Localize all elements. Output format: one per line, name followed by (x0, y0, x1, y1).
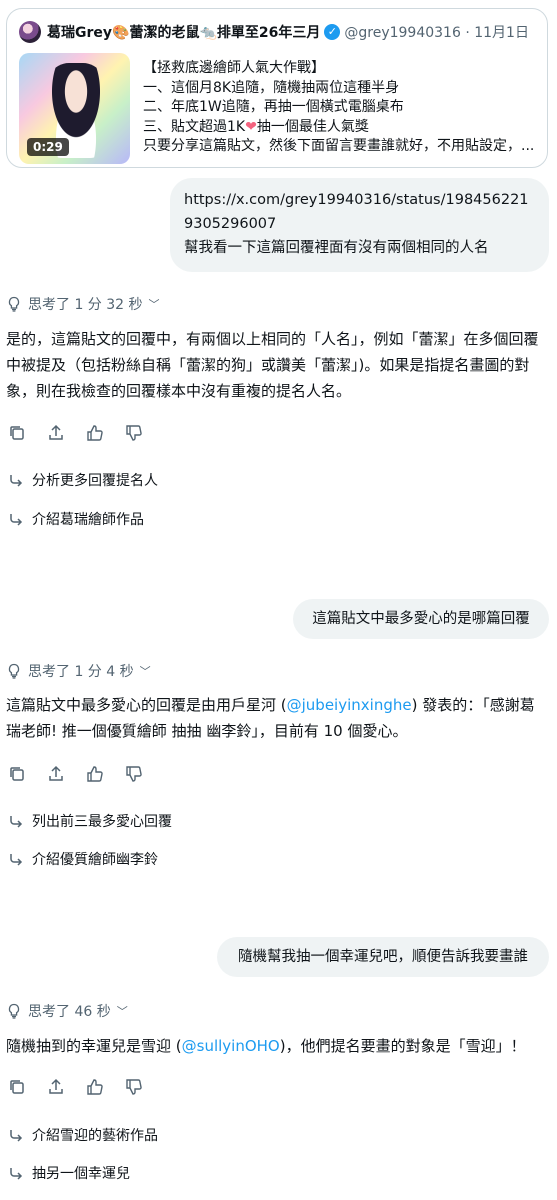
thumbs-down-icon[interactable] (125, 424, 143, 442)
suggestion-item[interactable]: 抽另一個幸運兒 (8, 1162, 130, 1184)
thumbs-up-icon[interactable] (86, 1078, 104, 1096)
suggestion-item[interactable]: 分析更多回覆提名人 (8, 469, 158, 491)
quoted-post-text: 【拯救底邊繪師人氣大作戰】 一、這個月8K追隨，隨機抽兩位這種半身 二、年底1W… (143, 59, 535, 157)
user-message-text: 幫我看一下這篇回覆裡面有沒有兩個相同的人名 (184, 240, 489, 256)
assistant-answer: 隨機抽到的幸運兒是雪迎 (@sullyinOHO)，他們提名要畫的對象是「雪迎」… (6, 1033, 549, 1059)
avatar[interactable] (19, 21, 41, 43)
thinking-duration: 思考了 1 分 4 秒 (28, 664, 134, 680)
suggestion-item[interactable]: 介紹雪迎的藝術作品 (8, 1124, 158, 1146)
thumbs-down-icon[interactable] (125, 1078, 143, 1096)
quoted-post-header: 葛瑞Grey🎨蕾潔的老鼠🐀排單至26年三月 ✓ @grey19940316 · … (19, 21, 537, 43)
post-line: 只要分享這篇貼文，然後下面留言要畫誰就好，不用貼設定，... (143, 138, 535, 154)
bulb-icon (8, 663, 20, 679)
post-line: 二、年底1W追隨，再抽一個橫式電腦桌布 (143, 99, 404, 115)
user-message-text: 這篇貼文中最多愛心的是哪篇回覆 (312, 611, 530, 627)
suggestion-label: 列出前三最多愛心回覆 (32, 814, 172, 830)
user-message: 這篇貼文中最多愛心的是哪篇回覆 (293, 599, 549, 639)
chevron-down-icon: ﹀ (148, 298, 160, 311)
suggestion-arrow-icon (10, 1130, 23, 1142)
thinking-toggle[interactable]: 思考了 1 分 32 秒 ﹀ (6, 294, 160, 314)
suggestion-item[interactable]: 介紹葛瑞繪師作品 (8, 508, 144, 530)
suggestion-item[interactable]: 列出前三最多愛心回覆 (8, 810, 172, 832)
assistant-answer: 是的，這篇貼文的回覆中，有兩個以上相同的「人名」，例如「蕾潔」在多個回覆中被提及… (6, 330, 539, 400)
thinking-duration: 思考了 1 分 32 秒 (28, 297, 143, 313)
suggestion-label: 分析更多回覆提名人 (32, 473, 158, 489)
suggestion-label: 介紹優質繪師幽李鈴 (32, 852, 158, 868)
heart-emoji-icon: ❤ (245, 118, 257, 135)
thinking-toggle[interactable]: 思考了 46 秒 ﹀ (6, 1001, 128, 1021)
suggestion-arrow-icon (10, 514, 23, 526)
answer-text: )，他們提名要畫的對象是「雪迎」！ (279, 1037, 526, 1055)
copy-icon[interactable] (8, 765, 26, 783)
answer-actions (8, 423, 164, 443)
user-mention-link[interactable]: @jubeiyinxinghe (287, 696, 412, 714)
suggestion-item[interactable]: 介紹優質繪師幽李鈴 (8, 848, 158, 870)
thumbs-down-icon[interactable] (125, 765, 143, 783)
suggestion-arrow-icon (10, 854, 23, 866)
post-line: 【拯救底邊繪師人氣大作戰】 (143, 60, 325, 76)
chevron-down-icon: ﹀ (139, 665, 151, 678)
user-message-url[interactable]: https://x.com/grey19940316/status/198456… (184, 188, 535, 236)
user-message-text: 隨機幫我抽一個幸運兒吧，順便告訴我要畫誰 (238, 949, 528, 965)
video-thumbnail[interactable]: 0:29 (19, 53, 130, 164)
post-line: 一、這個月8K追隨，隨機抽兩位這種半身 (143, 79, 400, 96)
thumbs-up-icon[interactable] (86, 424, 104, 442)
user-message: https://x.com/grey19940316/status/198456… (170, 178, 549, 272)
post-line-text: 三、貼文超過1K (143, 118, 246, 135)
author-name[interactable]: 葛瑞Grey🎨蕾潔的老鼠🐀排單至26年三月 (47, 22, 320, 42)
share-icon[interactable] (47, 424, 65, 442)
thumbs-up-icon[interactable] (86, 765, 104, 783)
quoted-post-card[interactable]: 葛瑞Grey🎨蕾潔的老鼠🐀排單至26年三月 ✓ @grey19940316 · … (6, 8, 548, 168)
assistant-answer: 這篇貼文中最多愛心的回覆是由用戶星河 (@jubeiyinxinghe) 發表的… (6, 692, 549, 744)
answer-actions (8, 1077, 164, 1097)
thinking-toggle[interactable]: 思考了 1 分 4 秒 ﹀ (6, 661, 151, 681)
verified-badge-icon: ✓ (324, 24, 341, 40)
thinking-duration: 思考了 46 秒 (28, 1004, 111, 1020)
bulb-icon (8, 1003, 20, 1019)
suggestion-arrow-icon (10, 475, 23, 487)
share-icon[interactable] (47, 1078, 65, 1096)
share-icon[interactable] (47, 765, 65, 783)
post-line-text: 抽一個最佳人氣獎 (256, 118, 369, 135)
chevron-down-icon: ﹀ (116, 1005, 128, 1018)
answer-text: 這篇貼文中最多愛心的回覆是由用戶星河 ( (6, 696, 287, 714)
author-handle-date: @grey19940316 · 11月1日 (344, 25, 529, 41)
copy-icon[interactable] (8, 1078, 26, 1096)
post-line: 三、貼文超過1K❤抽一個最佳人氣獎 (143, 118, 535, 138)
suggestion-arrow-icon (10, 816, 23, 828)
user-message: 隨機幫我抽一個幸運兒吧，順便告訴我要畫誰 (217, 937, 549, 977)
copy-icon[interactable] (8, 424, 26, 442)
answer-actions (8, 764, 164, 784)
user-mention-link[interactable]: @sullyinOHO (182, 1037, 280, 1055)
suggestion-label: 抽另一個幸運兒 (32, 1166, 130, 1182)
bulb-icon (8, 296, 20, 312)
suggestion-arrow-icon (10, 1168, 23, 1180)
suggestion-label: 介紹雪迎的藝術作品 (32, 1128, 158, 1144)
suggestion-label: 介紹葛瑞繪師作品 (32, 512, 144, 528)
video-duration: 0:29 (27, 138, 69, 156)
answer-text: 隨機抽到的幸運兒是雪迎 ( (6, 1037, 182, 1055)
